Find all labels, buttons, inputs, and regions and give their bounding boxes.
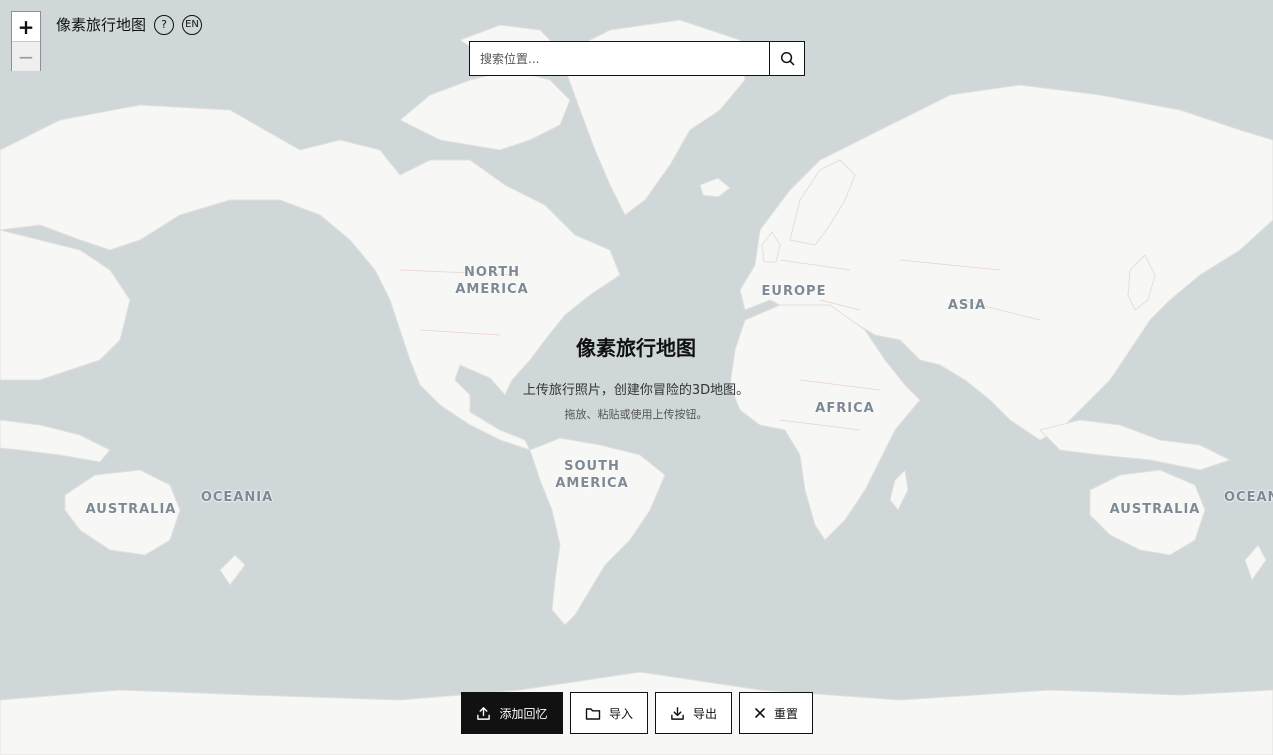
search-icon: [780, 51, 794, 66]
export-button[interactable]: 导出: [655, 692, 732, 734]
reset-button[interactable]: 重置: [739, 692, 813, 734]
zoom-in-button[interactable]: +: [12, 12, 40, 42]
import-label: 导入: [609, 706, 634, 721]
land-asia-left: [0, 229, 131, 381]
land-arctic-islands: [399, 69, 571, 151]
upload-icon: [477, 706, 491, 720]
header: 像素旅行地图 ? EN: [56, 14, 203, 35]
add-memory-label: 添加回忆: [499, 706, 548, 721]
import-button[interactable]: 导入: [570, 692, 648, 734]
welcome-title: 像素旅行地图: [576, 336, 696, 360]
reset-label: 重置: [774, 706, 799, 721]
app-title: 像素旅行地图: [56, 16, 147, 34]
download-icon: [671, 706, 684, 720]
label-south-america: SOUTH AMERICA: [555, 459, 629, 491]
land-iceland: [699, 177, 731, 198]
land-se-asia-left: [0, 419, 111, 463]
search-input[interactable]: [470, 42, 769, 75]
search-button[interactable]: [769, 42, 804, 75]
welcome-hint: 拖放、粘贴或使用上传按钮。: [564, 408, 708, 421]
search-bar: [469, 41, 805, 76]
label-asia: ASIA: [947, 298, 987, 313]
add-memory-button[interactable]: 添加回忆: [461, 692, 563, 734]
label-australia-left: AUSTRALIA: [85, 502, 177, 517]
land-madagascar: [889, 468, 909, 511]
folder-icon: [585, 707, 601, 720]
welcome-subtitle: 上传旅行照片，创建你冒险的3D地图。: [522, 383, 750, 398]
action-bar: 添加回忆 导入 导出 重置: [461, 692, 813, 734]
label-australia-right: AUSTRALIA: [1109, 502, 1201, 517]
label-oceania-right: OCEAN: [1224, 490, 1273, 505]
zoom-control: + −: [11, 11, 41, 71]
close-icon: [755, 708, 765, 718]
help-button[interactable]: ?: [154, 14, 175, 35]
land-new-zealand-left: [219, 554, 246, 586]
land-new-zealand-right: [1244, 544, 1267, 582]
language-button[interactable]: EN: [182, 14, 203, 35]
label-europe: EUROPE: [761, 284, 827, 299]
label-north-america: NORTH AMERICA: [455, 265, 529, 297]
welcome-panel: 像素旅行地图 上传旅行照片，创建你冒险的3D地图。 拖放、粘贴或使用上传按钮。: [436, 332, 836, 422]
land-se-asia-islands: [1039, 419, 1232, 471]
zoom-out-button[interactable]: −: [12, 42, 40, 71]
export-label: 导出: [693, 706, 718, 721]
label-oceania-left: OCEANIA: [200, 490, 274, 505]
